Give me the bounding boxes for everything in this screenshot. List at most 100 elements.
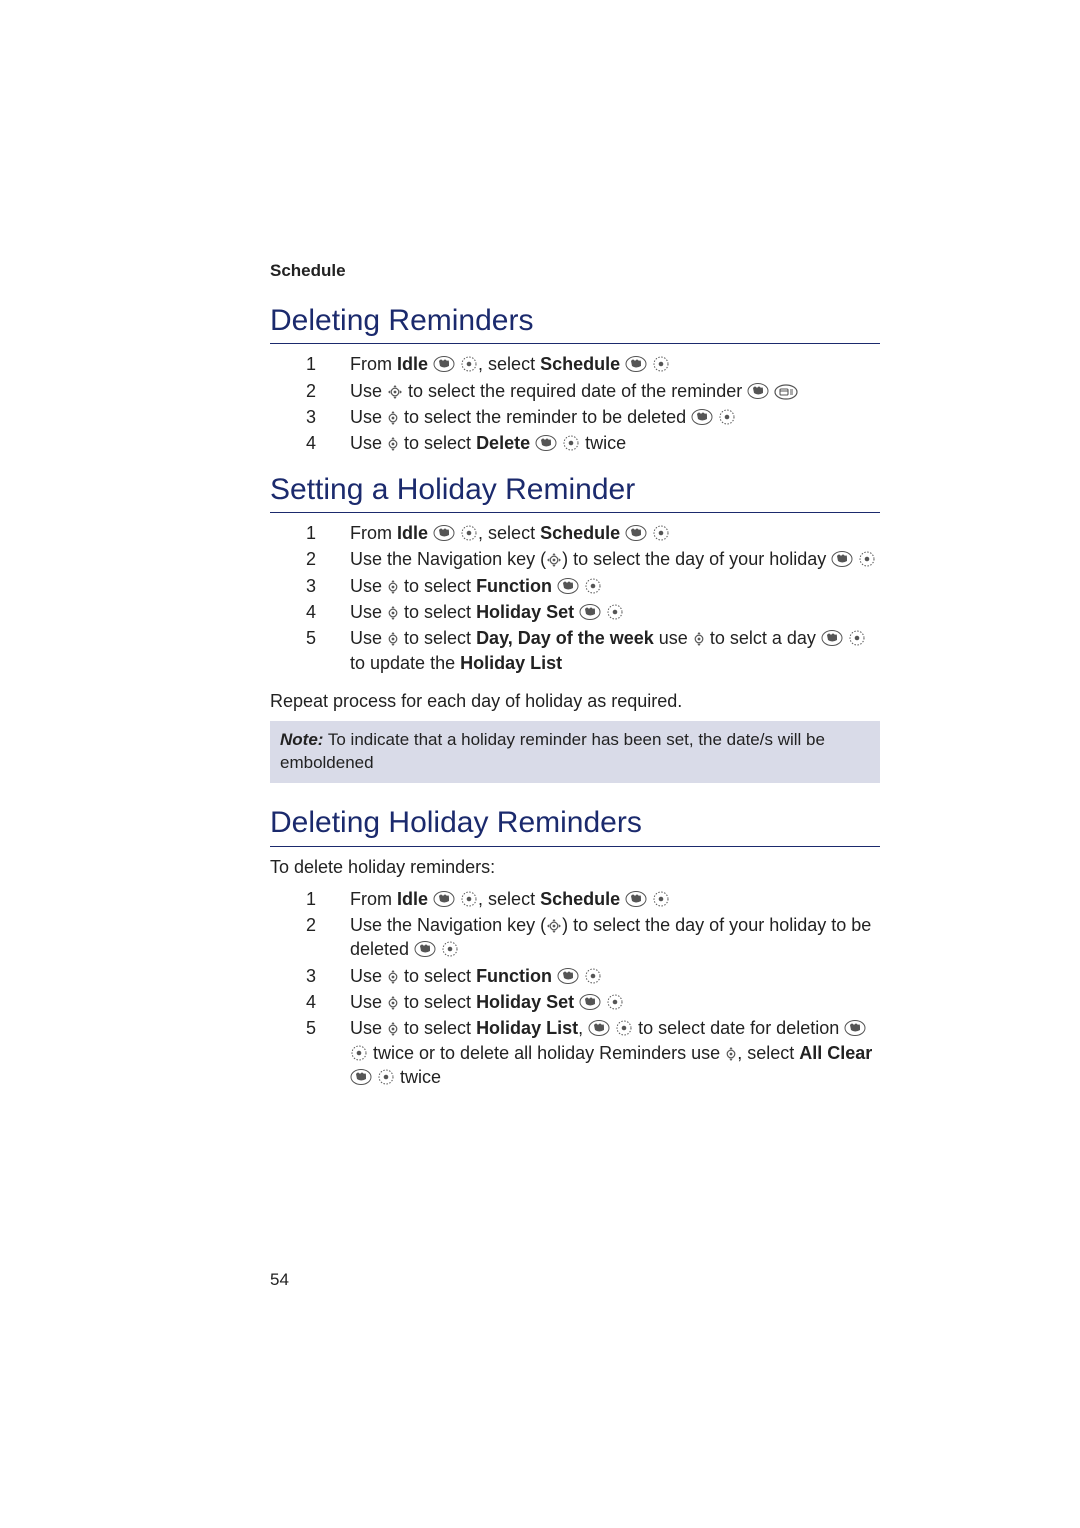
center-dot-icon [460,355,478,373]
step-number: 1 [306,352,318,376]
step-body: Use to select Holiday Set [350,990,880,1014]
hand-icon [821,629,843,647]
note-box: Note: To indicate that a holiday reminde… [270,721,880,783]
step-body: From Idle , select Schedule [350,521,880,545]
text: Use the Navigation key ( [350,549,546,569]
text: to select [399,628,476,648]
text: to select [399,1018,476,1038]
center-dot-icon [652,355,670,373]
step-number: 1 [306,521,318,545]
step-number: 3 [306,574,318,598]
step-body: Use the Navigation key () to select the … [350,913,880,962]
text: Day, Day of the week [476,628,654,648]
center-dot-icon [652,890,670,908]
paragraph-to-delete: To delete holiday reminders: [270,855,880,879]
center-dot-icon [584,577,602,595]
text: All Clear [799,1043,872,1063]
text: twice [580,433,626,453]
text: Use [350,407,387,427]
text: , select [737,1043,799,1063]
hand-icon [557,967,579,985]
text: to update the [350,653,460,673]
text: Holiday List [476,1018,578,1038]
text: to select [399,602,476,622]
text: to select [399,966,476,986]
text: to select [399,576,476,596]
step-number: 5 [306,1016,318,1040]
text: Holiday Set [476,992,574,1012]
step: 5 Use to select Day, Day of the week use… [306,626,880,675]
steps-deleting-holiday: 1 From Idle , select Schedule 2 Use the … [270,887,880,1089]
center-dot-icon [562,434,580,452]
nav-vertical-icon [387,436,399,452]
text: Use [350,628,387,648]
step-body: Use to select Day, Day of the week use t… [350,626,880,675]
steps-setting-holiday: 1 From Idle , select Schedule 2 Use the … [270,521,880,675]
text: Use [350,1018,387,1038]
step-number: 2 [306,913,318,937]
text: Function [476,576,552,596]
center-dot-icon [350,1044,368,1062]
hand-icon [579,993,601,1011]
step-number: 1 [306,887,318,911]
manual-page: Schedule Deleting Reminders 1 From Idle … [0,0,1080,1372]
step: 4 Use to select Delete twice [306,431,880,455]
center-dot-icon [848,629,866,647]
text: Use [350,433,387,453]
text: Function [476,966,552,986]
text: Use [350,992,387,1012]
text: to select [399,433,476,453]
hand-icon [588,1019,610,1037]
hand-icon [625,524,647,542]
hand-icon [433,355,455,373]
nav-4way-icon [546,918,562,934]
step-number: 4 [306,600,318,624]
page-number: 54 [270,1269,880,1292]
text: , select [478,354,540,374]
hand-icon [844,1019,866,1037]
heading-deleting-reminders: Deleting Reminders [270,301,880,345]
paragraph-repeat: Repeat process for each day of holiday a… [270,689,880,713]
nav-vertical-icon [387,1021,399,1037]
text: Use [350,966,387,986]
step: 3 Use to select Function [306,964,880,988]
text: to select the reminder to be deleted [399,407,691,427]
hand-icon [579,603,601,621]
step: 3 Use to select the reminder to be delet… [306,405,880,429]
nav-vertical-icon [387,995,399,1011]
nav-vertical-icon [387,410,399,426]
text: to select date for deletion [633,1018,844,1038]
text: , select [478,523,540,543]
text: Idle [397,889,428,909]
hand-icon [691,408,713,426]
text: Idle [397,523,428,543]
center-dot-icon [584,967,602,985]
step-number: 3 [306,405,318,429]
hand-icon [414,940,436,958]
nav-4way-icon [546,552,562,568]
hand-icon [350,1068,372,1086]
step-body: Use to select Holiday Set [350,600,880,624]
heading-deleting-holiday: Deleting Holiday Reminders [270,803,880,847]
text: to selct a day [705,628,821,648]
section-label: Schedule [270,260,880,283]
steps-deleting-reminders: 1 From Idle , select Schedule 2 Use to s… [270,352,880,455]
center-dot-icon [441,940,459,958]
text: Delete [476,433,530,453]
heading-setting-holiday: Setting a Holiday Reminder [270,470,880,514]
hand-icon [831,550,853,568]
step-number: 2 [306,547,318,571]
step: 4 Use to select Holiday Set [306,990,880,1014]
step-number: 5 [306,626,318,650]
nav-vertical-icon [387,579,399,595]
hand-icon [747,382,769,400]
center-dot-icon [615,1019,633,1037]
step-body: From Idle , select Schedule [350,887,880,911]
step-number: 2 [306,379,318,403]
text: Use [350,381,387,401]
text: Idle [397,354,428,374]
text: Holiday Set [476,602,574,622]
center-dot-icon [652,524,670,542]
step: 2 Use the Navigation key () to select th… [306,547,880,571]
step-body: Use to select the required date of the r… [350,379,880,403]
